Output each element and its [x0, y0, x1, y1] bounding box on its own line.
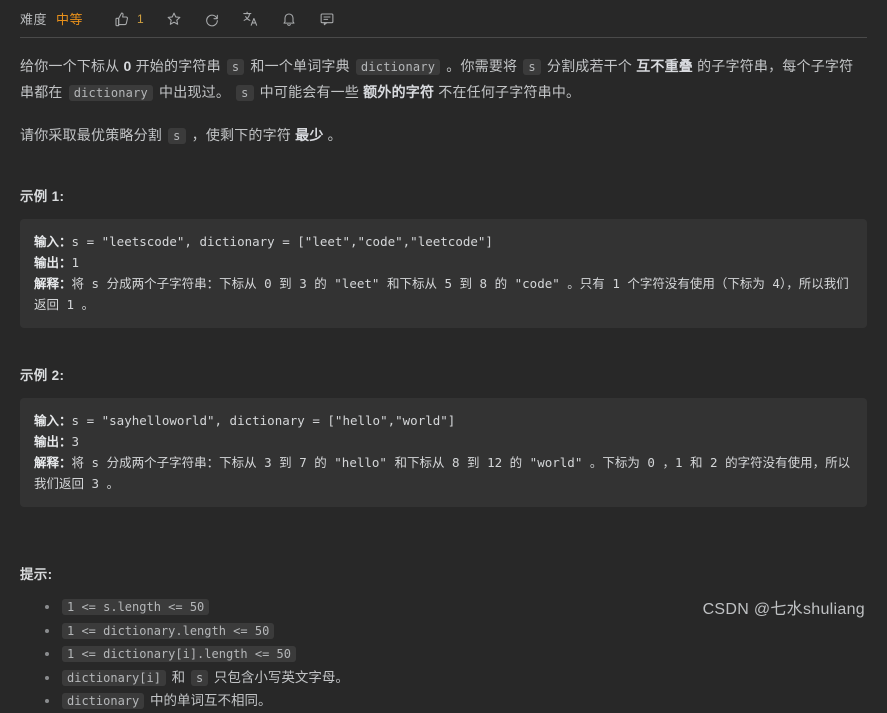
- desc-p1-t2: 开始的字符串: [131, 58, 225, 74]
- desc-p1-t7: 中出现过。: [154, 84, 235, 100]
- hint-2-code: 1 <= dictionary.length <= 50: [62, 622, 275, 639]
- example-1-explain-label: 解释：: [34, 276, 72, 291]
- desc-p1-b2: 互不重叠: [636, 58, 693, 74]
- example-2-output-label: 输出：: [34, 434, 72, 449]
- comment-icon: [319, 11, 335, 27]
- inline-code-dictionary-1: dictionary: [355, 59, 441, 75]
- description-paragraph-1: 给你一个下标从 0 开始的字符串 s 和一个单词字典 dictionary 。你…: [20, 54, 867, 106]
- inline-code-s-3: s: [236, 85, 254, 101]
- problem-toolbar: 难度 中等 1: [0, 0, 887, 37]
- hints-title: 提示:: [20, 567, 53, 582]
- desc-p2-b1: 最少: [295, 127, 324, 143]
- example-1-title: 示例 1:: [20, 189, 65, 204]
- example-1-explain-value: 将 s 分成两个子字符串：下标从 0 到 3 的 "leet" 和下标从 5 到…: [34, 276, 849, 312]
- desc-p1-t3: 和一个单词字典: [246, 58, 354, 74]
- difficulty-label: 难度: [20, 12, 48, 27]
- description-paragraph-2: 请你采取最优策略分割 s ，使剩下的字符 最少 。: [20, 123, 867, 149]
- favorite-button[interactable]: [161, 8, 187, 30]
- like-button[interactable]: 1: [109, 8, 149, 30]
- desc-p1-t1: 给你一个下标从: [20, 58, 124, 74]
- hint-1-code: 1 <= s.length <= 50: [62, 599, 210, 615]
- example-2-title: 示例 2:: [20, 368, 65, 383]
- inline-code-s-2: s: [523, 59, 541, 75]
- inline-code-s-4: s: [168, 128, 186, 144]
- translate-button[interactable]: [237, 7, 264, 30]
- example-1-output-label: 输出：: [34, 255, 72, 270]
- example-1-input-label: 输入：: [34, 234, 72, 249]
- example-2-input-label: 输入：: [34, 413, 72, 428]
- hints-list: 1 <= s.length <= 50 1 <= dictionary.leng…: [20, 596, 867, 713]
- example-1-output-value: 1: [71, 255, 80, 270]
- list-item: 1 <= dictionary[i].length <= 50: [60, 643, 867, 666]
- problem-content: 给你一个下标从 0 开始的字符串 s 和一个单词字典 dictionary 。你…: [0, 54, 887, 713]
- header-divider: [20, 37, 867, 38]
- example-2-block: 输入：s = "sayhelloworld", dictionary = ["h…: [20, 398, 867, 507]
- notification-button[interactable]: [276, 8, 302, 30]
- example-1-block: 输入：s = "leetscode", dictionary = ["leet"…: [20, 219, 867, 328]
- desc-p2-t2: ，使剩下的字符: [187, 127, 296, 143]
- hint-5-text: 中的单词互不相同。: [146, 693, 272, 708]
- hint-5-code: dictionary: [62, 693, 145, 709]
- example-2-explain-value: 将 s 分成两个子字符串：下标从 3 到 7 的 "hello" 和下标从 8 …: [34, 455, 851, 491]
- refresh-button[interactable]: [199, 8, 225, 30]
- example-1-input-value: s = "leetscode", dictionary = ["leet","c…: [71, 234, 493, 249]
- like-count: 1: [137, 11, 144, 26]
- hint-4-mid: 和: [167, 669, 189, 685]
- toolbar-actions: 1: [109, 7, 352, 30]
- desc-p1-t5: 分割成若干个: [542, 58, 637, 74]
- list-item: dictionary[i] 和 s 只包含小写英文字母。: [60, 667, 867, 690]
- hint-4-code2: s: [190, 669, 209, 686]
- desc-p1-b1: 0: [123, 58, 132, 74]
- desc-p1-t4: 。你需要将: [442, 58, 522, 74]
- hint-4-code: dictionary[i]: [62, 669, 166, 686]
- list-item: 1 <= s.length <= 50: [60, 596, 867, 619]
- desc-p2-t3: 。: [323, 127, 342, 143]
- star-icon: [166, 11, 182, 27]
- hint-3-code: 1 <= dictionary[i].length <= 50: [62, 646, 296, 662]
- difficulty-value[interactable]: 中等: [56, 9, 83, 28]
- bell-icon: [281, 11, 297, 27]
- desc-p1-b3: 额外的字符: [363, 84, 435, 100]
- comment-button[interactable]: [314, 8, 340, 30]
- desc-p1-t9: 不在任何子字符串中。: [434, 84, 581, 100]
- desc-p1-t8: 中可能会有一些: [255, 84, 364, 100]
- thumbs-up-icon: [114, 11, 130, 27]
- list-item: 1 <= dictionary.length <= 50: [60, 620, 867, 643]
- example-2-input-value: s = "sayhelloworld", dictionary = ["hell…: [71, 413, 456, 428]
- hint-4-text: 只包含小写英文字母。: [210, 669, 349, 685]
- translate-icon: [242, 10, 259, 27]
- list-item: dictionary 中的单词互不相同。: [60, 690, 867, 713]
- example-2-explain-label: 解释：: [34, 455, 72, 470]
- example-2-output-value: 3: [71, 434, 80, 449]
- desc-p2-t1: 请你采取最优策略分割: [20, 127, 167, 143]
- inline-code-dictionary-2: dictionary: [68, 85, 153, 101]
- inline-code-s-1: s: [226, 59, 245, 75]
- refresh-icon: [204, 11, 220, 27]
